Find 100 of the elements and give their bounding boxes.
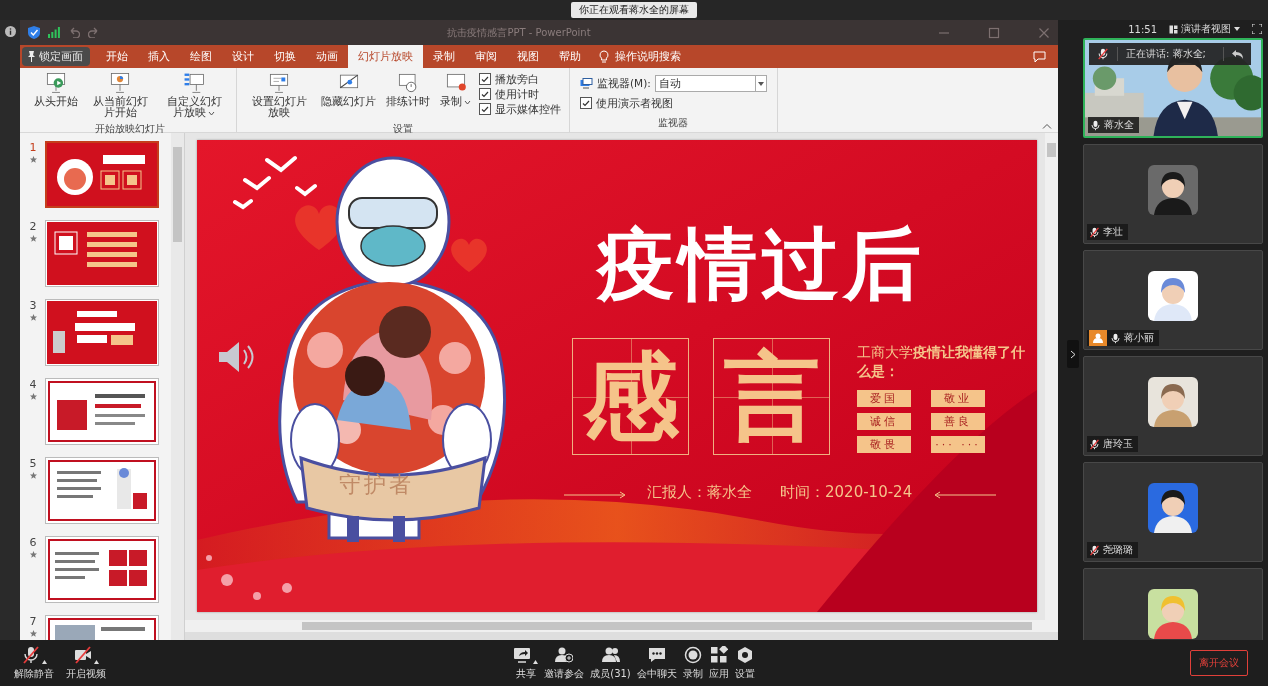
value-label: ··· ··· bbox=[931, 436, 985, 453]
scrollbar-thumb[interactable] bbox=[1047, 143, 1056, 157]
toolbar-button[interactable]: 共享 bbox=[511, 645, 541, 681]
participant-name: 蒋小丽 bbox=[1124, 331, 1154, 345]
group-label: 开始放映幻灯片 bbox=[95, 122, 165, 136]
participant-tile[interactable]: 尧璐璐 bbox=[1083, 462, 1263, 562]
dropdown-caret-icon bbox=[757, 81, 764, 86]
ribbon-tab[interactable]: 绘图 bbox=[180, 45, 222, 68]
toolbar-button[interactable]: 成员(31) bbox=[588, 645, 633, 681]
participant-tile[interactable]: 李壮 bbox=[1083, 144, 1263, 244]
ribbon-button[interactable]: 隐藏幻灯片 bbox=[319, 70, 378, 107]
slide-number: 6 bbox=[29, 536, 37, 549]
value-label: 善良 bbox=[931, 413, 985, 430]
toolbar-button[interactable]: 设置 bbox=[732, 645, 757, 681]
caret-icon bbox=[208, 110, 215, 116]
scrollbar-thumb[interactable] bbox=[302, 622, 1032, 630]
ribbon-button[interactable]: 从头开始 bbox=[32, 70, 80, 107]
close-icon[interactable] bbox=[1038, 26, 1050, 39]
toolbar-button[interactable]: 录制 bbox=[680, 645, 705, 681]
play-screen-icon bbox=[45, 72, 67, 94]
checkbox-label[interactable]: 使用演示者视图 bbox=[596, 97, 673, 109]
ribbon-tab[interactable]: 动画 bbox=[306, 45, 348, 68]
checkbox-label[interactable]: 播放旁白 bbox=[495, 73, 539, 85]
ribbon-tab[interactable]: 切换 bbox=[264, 45, 306, 68]
slide-thumbnail[interactable] bbox=[45, 378, 159, 445]
toolbar-button[interactable]: 邀请参会 bbox=[542, 645, 587, 681]
view-mode-button[interactable]: 演讲者视图 bbox=[1169, 22, 1240, 36]
restore-icon[interactable] bbox=[988, 26, 1000, 39]
checkbox-label[interactable]: 使用计时 bbox=[495, 88, 539, 100]
undo-icon bbox=[68, 27, 80, 38]
ribbon-tab[interactable]: 帮助 bbox=[549, 45, 591, 68]
leave-meeting-button[interactable]: 离开会议 bbox=[1190, 650, 1248, 676]
slide-thumbnail[interactable] bbox=[45, 220, 159, 287]
pin-icon bbox=[27, 51, 36, 62]
star-icon bbox=[29, 393, 37, 400]
redo-icon bbox=[88, 27, 100, 38]
ribbon-tab[interactable]: 审阅 bbox=[465, 45, 507, 68]
slide-thumbnail[interactable] bbox=[45, 299, 159, 366]
checkbox-label[interactable]: 显示媒体控件 bbox=[495, 103, 561, 115]
star-icon bbox=[29, 472, 37, 479]
fullscreen-icon[interactable] bbox=[1252, 24, 1262, 34]
stopwatch-icon bbox=[397, 72, 419, 94]
screen-setup-icon bbox=[268, 72, 290, 94]
caret-icon[interactable] bbox=[533, 659, 539, 664]
caret-icon[interactable] bbox=[41, 659, 47, 664]
speaker-icon[interactable] bbox=[217, 340, 255, 374]
star-icon bbox=[29, 235, 37, 242]
toolbar-button[interactable]: 会中聊天 bbox=[634, 645, 679, 681]
screen-share-notice: 你正在观看蒋水全的屏幕 bbox=[571, 2, 697, 18]
toolbar-button[interactable]: 应用 bbox=[706, 645, 731, 681]
ribbon-tab[interactable]: 开始 bbox=[96, 45, 138, 68]
ribbon-tab[interactable]: 设计 bbox=[222, 45, 264, 68]
checkbox[interactable] bbox=[479, 73, 491, 85]
participant-name: 尧璐璐 bbox=[1103, 543, 1133, 557]
ribbon-tab[interactable]: 幻灯片放映 bbox=[348, 45, 423, 68]
checkbox[interactable] bbox=[479, 103, 491, 115]
toolbar-button[interactable]: 开启视频 bbox=[64, 645, 108, 681]
checkbox[interactable] bbox=[479, 88, 491, 100]
participant-tile[interactable] bbox=[1083, 568, 1263, 640]
ribbon-tab[interactable]: 录制 bbox=[423, 45, 465, 68]
value-label: 诚信 bbox=[857, 413, 911, 430]
monitor-icon bbox=[580, 78, 593, 89]
reply-icon[interactable] bbox=[1232, 49, 1243, 59]
slide-thumbnail[interactable] bbox=[45, 141, 159, 208]
comment-icon[interactable] bbox=[1033, 50, 1046, 63]
search-link[interactable]: 操作说明搜索 bbox=[615, 49, 681, 64]
ribbon-button[interactable]: 设置幻灯片放映 bbox=[245, 70, 313, 118]
menu-button[interactable]: 录制 bbox=[438, 70, 473, 107]
slide-title: 疫情过后 bbox=[597, 217, 925, 311]
caret-icon[interactable] bbox=[93, 659, 99, 664]
shield-icon bbox=[28, 26, 40, 39]
lock-screen-button[interactable]: 锁定画面 bbox=[22, 47, 90, 66]
value-label: 敬业 bbox=[931, 390, 985, 407]
toolbar-button[interactable]: 解除静音 bbox=[12, 645, 56, 681]
people-icon bbox=[601, 645, 620, 664]
slide-thumbnail[interactable] bbox=[45, 457, 159, 524]
monitor-dropdown[interactable]: 自动 bbox=[654, 75, 767, 92]
person-icon bbox=[1093, 333, 1103, 343]
slides-list-icon bbox=[183, 72, 205, 94]
collapse-handle[interactable] bbox=[1067, 340, 1079, 368]
slide-number: 5 bbox=[29, 457, 37, 470]
participant-name: 唐玲玉 bbox=[1103, 437, 1133, 451]
group-label: 设置 bbox=[393, 122, 413, 136]
title-character: 感 bbox=[572, 338, 689, 455]
checkbox[interactable] bbox=[580, 97, 592, 109]
chat-icon bbox=[647, 645, 666, 664]
ribbon-button[interactable]: 从当前幻灯片开始 bbox=[86, 70, 154, 118]
scrollbar-thumb[interactable] bbox=[173, 147, 182, 242]
title-character: 言 bbox=[713, 338, 830, 455]
slide-thumbnail[interactable] bbox=[45, 536, 159, 603]
menu-button[interactable]: 自定义幻灯片放映 bbox=[160, 70, 228, 118]
participant-tile[interactable]: 唐玲玉 bbox=[1083, 356, 1263, 456]
apps-icon bbox=[709, 645, 728, 664]
participant-tile[interactable]: 正在讲话: 蒋水全; 蒋水全 bbox=[1083, 38, 1263, 138]
record-icon bbox=[683, 645, 702, 664]
ribbon-tab[interactable]: 视图 bbox=[507, 45, 549, 68]
participant-tile[interactable]: 蒋小丽 bbox=[1083, 250, 1263, 350]
ribbon-tab[interactable]: 插入 bbox=[138, 45, 180, 68]
ribbon-button[interactable]: 排练计时 bbox=[384, 70, 432, 107]
value-label: 敬畏 bbox=[857, 436, 911, 453]
